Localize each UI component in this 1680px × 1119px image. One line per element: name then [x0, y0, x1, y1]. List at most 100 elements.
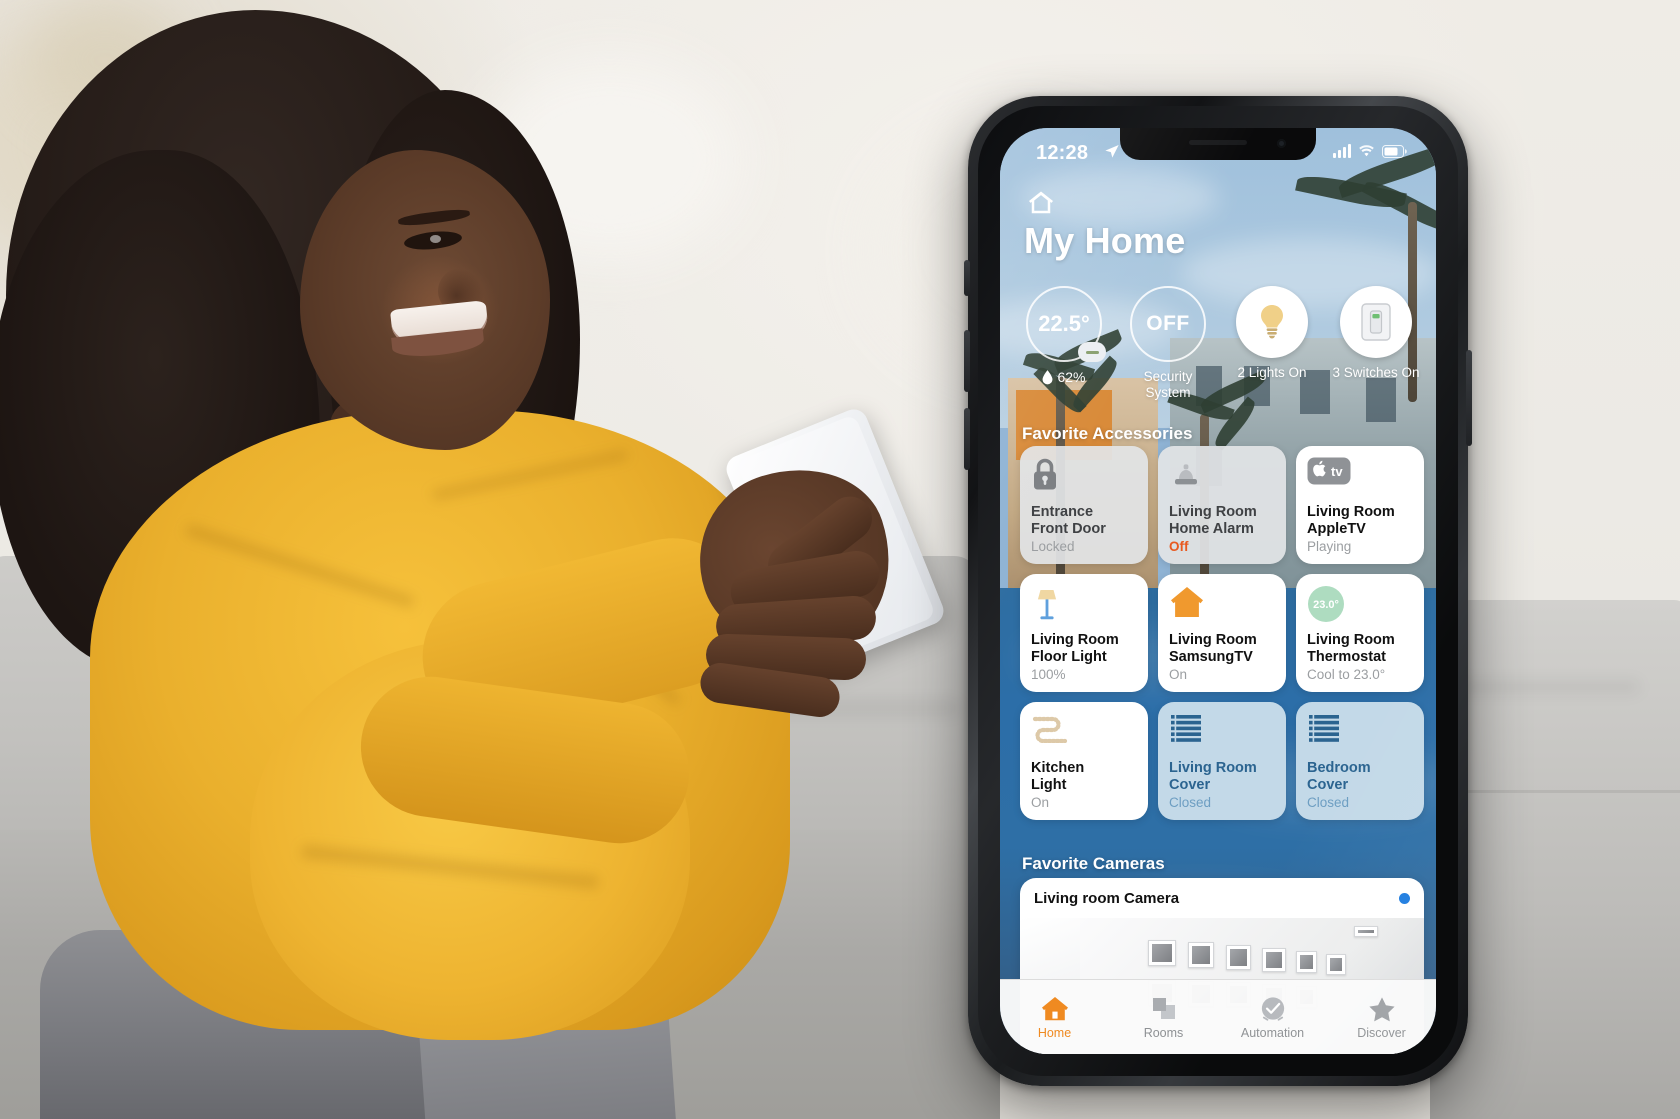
accessory-tile-bedroom-cover[interactable]: Bedroom Cover Closed — [1296, 702, 1424, 820]
tab-automation[interactable]: Automation — [1218, 994, 1327, 1040]
picture-frame — [1188, 942, 1214, 968]
section-title-accessories: Favorite Accessories — [1022, 424, 1193, 443]
accessory-state: On — [1169, 667, 1188, 683]
accessory-device: Light — [1031, 776, 1067, 793]
alarm-siren-icon — [1169, 457, 1275, 497]
accessory-device: Cover — [1169, 776, 1211, 793]
camera-card-header: Living room Camera — [1020, 878, 1424, 918]
window-blinds-icon — [1307, 713, 1413, 753]
page-title: My Home — [1024, 220, 1186, 261]
status-tile-climate[interactable]: 22.5° 62% — [1020, 286, 1108, 401]
rooms-squares-icon — [1150, 994, 1178, 1022]
person-figure — [0, 0, 960, 1119]
accessory-room: Bedroom — [1307, 759, 1371, 776]
thermostat-icon: 23.0° — [1307, 585, 1413, 625]
person-eye-highlight — [430, 235, 441, 243]
thermostat-icon-label: 23.0° — [1313, 599, 1339, 611]
accessory-state: Closed — [1307, 795, 1350, 811]
tab-label: Discover — [1357, 1026, 1406, 1040]
accessory-tile-home-alarm[interactable]: Living Room Home Alarm Off — [1158, 446, 1286, 564]
picture-frame — [1296, 951, 1317, 973]
sofa-fold — [1460, 680, 1640, 694]
accessory-room: Living Room — [1307, 503, 1395, 520]
humidity-value: 62% — [1057, 369, 1086, 385]
tab-rooms[interactable]: Rooms — [1109, 994, 1218, 1040]
accessory-tile-samsungtv[interactable]: Living Room SamsungTV On — [1158, 574, 1286, 692]
svg-text:tv: tv — [1331, 464, 1343, 479]
humidity-readout: 62% — [1042, 369, 1086, 385]
phone-volume-up-button[interactable] — [964, 330, 970, 392]
accessory-device: Thermostat — [1307, 648, 1386, 665]
accessory-room: Entrance — [1031, 503, 1094, 520]
accessory-tile-appletv[interactable]: tv Living Room AppleTV Playing — [1296, 446, 1424, 564]
house-filled-icon — [1041, 994, 1069, 1022]
camera-title: Living room Camera — [1034, 889, 1180, 907]
accessory-room: Living Room — [1031, 631, 1119, 648]
bottom-tab-bar: Home Rooms Automation Discover — [1000, 979, 1436, 1054]
accessory-device: Home Alarm — [1169, 520, 1254, 537]
phone-volume-down-button[interactable] — [964, 408, 970, 470]
minus-pill-icon — [1078, 342, 1106, 362]
house-orange-icon — [1169, 585, 1275, 625]
accessory-state: Off — [1169, 539, 1189, 555]
picture-frame — [1262, 948, 1286, 972]
accessory-device: Cover — [1307, 776, 1349, 793]
accessory-tile-front-door[interactable]: Entrance Front Door Locked — [1020, 446, 1148, 564]
accessory-room: Kitchen — [1031, 759, 1085, 776]
picture-frame — [1148, 940, 1176, 966]
phone-power-button[interactable] — [1466, 350, 1472, 446]
phone-mute-switch[interactable] — [964, 260, 970, 296]
accessories-grid: Entrance Front Door Locked Living Room H… — [1020, 446, 1424, 820]
accessory-device: SamsungTV — [1169, 648, 1253, 665]
humidity-drop-icon — [1043, 369, 1053, 384]
accessory-room: Living Room — [1169, 631, 1257, 648]
picture-frame — [1326, 954, 1346, 975]
accessory-room: Living Room — [1307, 631, 1395, 648]
light-switch-icon — [1361, 303, 1391, 341]
accessory-state: Cool to 23.0° — [1307, 667, 1386, 683]
tab-label: Automation — [1240, 1026, 1305, 1040]
window-blinds-icon — [1169, 713, 1275, 753]
accessory-room: Living Room — [1169, 759, 1257, 776]
security-ring[interactable]: OFF — [1130, 286, 1206, 362]
status-tile-lights[interactable]: 2 Lights On — [1228, 286, 1316, 401]
lights-caption: 2 Lights On — [1237, 365, 1307, 380]
accessory-state: On — [1031, 795, 1050, 811]
climate-temperature: 22.5° — [1038, 311, 1090, 336]
switches-button[interactable] — [1340, 286, 1412, 358]
accessory-tile-kitchen-light[interactable]: Kitchen Light On — [1020, 702, 1148, 820]
accessory-device: Front Door — [1031, 520, 1106, 537]
accessory-device: AppleTV — [1307, 520, 1366, 537]
accessory-device: Floor Light — [1031, 648, 1107, 665]
accessory-tile-thermostat[interactable]: 23.0° Living Room Thermostat Cool to 23.… — [1296, 574, 1424, 692]
sofa-seam — [1440, 790, 1680, 793]
tab-home[interactable]: Home — [1000, 994, 1109, 1040]
home-status-row: 22.5° 62% OFF Security System 2 Lights O… — [1020, 286, 1436, 401]
section-title-cameras: Favorite Cameras — [1022, 854, 1165, 873]
security-caption: Security System — [1143, 369, 1193, 400]
house-outline-icon[interactable] — [1026, 188, 1056, 216]
accessory-state: 100% — [1031, 667, 1066, 683]
star-icon — [1368, 994, 1396, 1022]
switches-caption: 3 Switches On — [1332, 365, 1420, 380]
recording-dot-icon — [1399, 892, 1410, 904]
accessory-tile-living-room-cover[interactable]: Living Room Cover Closed — [1158, 702, 1286, 820]
led-strip-icon — [1031, 713, 1137, 753]
lights-button[interactable] — [1236, 286, 1308, 358]
appletv-icon: tv — [1307, 457, 1413, 497]
accessory-room: Living Room — [1169, 503, 1257, 520]
status-tile-switches[interactable]: 3 Switches On — [1332, 286, 1420, 401]
clock-check-icon — [1259, 994, 1287, 1022]
phone-screen: 12:28 My Home 22.5° 62% OFF Security Sys… — [1000, 128, 1436, 1054]
accessory-state: Locked — [1031, 539, 1075, 555]
padlock-locked-icon — [1031, 457, 1137, 497]
accessory-state: Closed — [1169, 795, 1212, 811]
tab-discover[interactable]: Discover — [1327, 994, 1436, 1040]
status-tile-security[interactable]: OFF Security System — [1124, 286, 1212, 401]
floor-lamp-icon — [1031, 585, 1137, 625]
lightbulb-icon — [1261, 305, 1283, 339]
accessory-tile-floor-light[interactable]: Living Room Floor Light 100% — [1020, 574, 1148, 692]
tab-label: Home — [1037, 1026, 1072, 1040]
home-app: My Home 22.5° 62% OFF Security System 2 … — [1000, 128, 1436, 1054]
climate-ring[interactable]: 22.5° — [1026, 286, 1106, 362]
